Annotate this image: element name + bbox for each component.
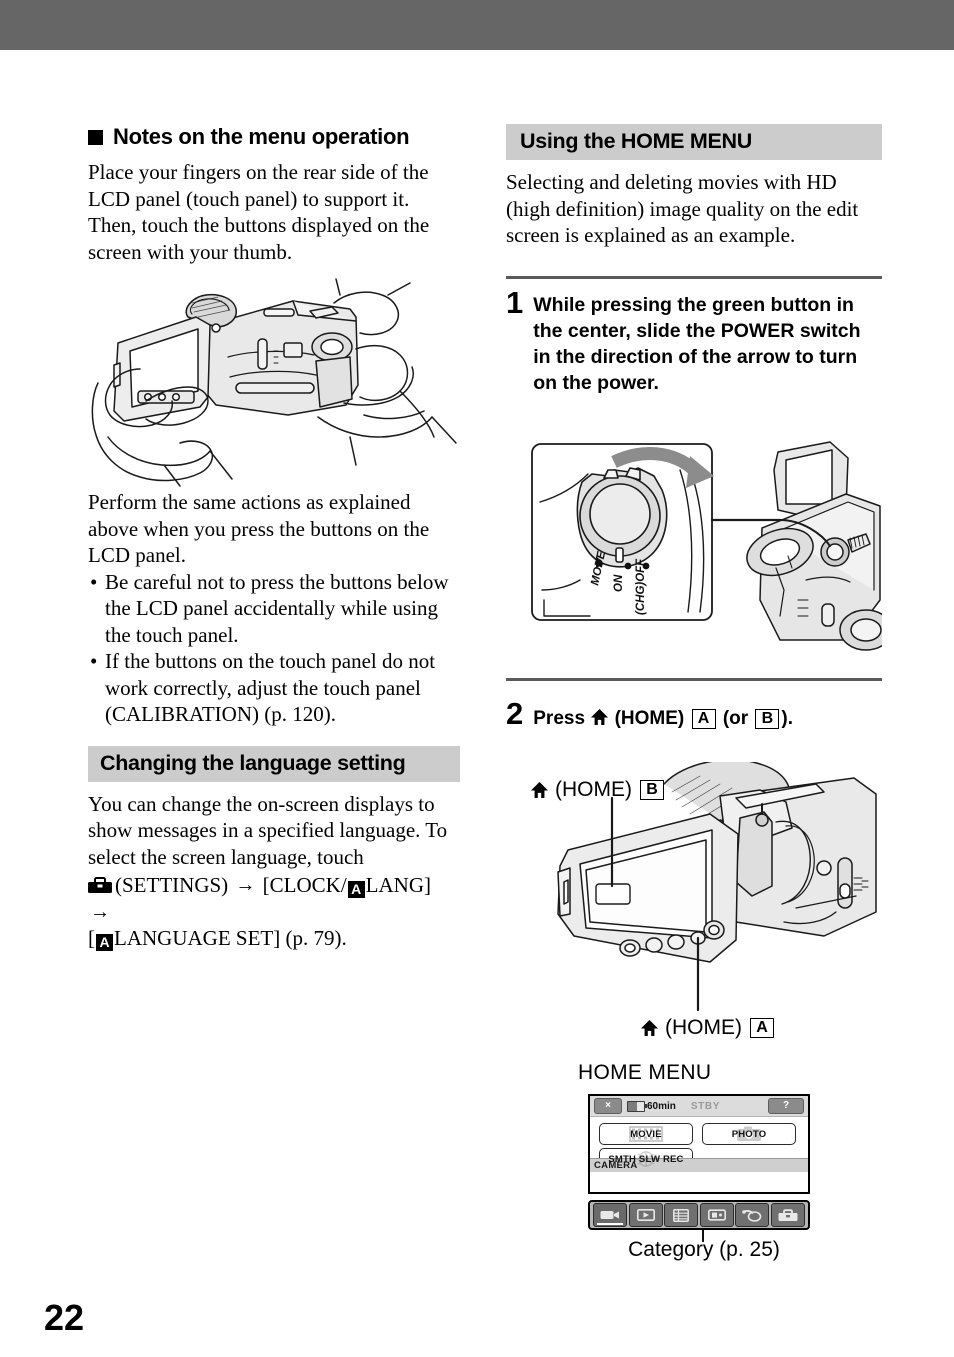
camcorder-home-buttons-figure bbox=[557, 762, 877, 1012]
settings-category-icon bbox=[778, 1208, 798, 1221]
page-number: 22 bbox=[44, 1297, 85, 1338]
category-caption: Category (p. 25) bbox=[628, 1238, 780, 1261]
category-settings-button[interactable] bbox=[770, 1203, 805, 1227]
page-top-band bbox=[0, 0, 954, 50]
battery-icon bbox=[627, 1100, 647, 1112]
home-a-callout: (HOME) A bbox=[640, 1016, 776, 1040]
notes-paragraph: Place your fingers on the rear side of t… bbox=[88, 160, 430, 264]
second-bracket-open: [ bbox=[88, 926, 95, 950]
badge-a: A bbox=[691, 709, 716, 729]
smooth-slow-rec-label: SMTH SLW REC bbox=[608, 1153, 684, 1165]
list-item: If the buttons on the touch panel do not… bbox=[88, 648, 460, 728]
movie-button[interactable]: MOVIE bbox=[599, 1123, 693, 1145]
view-images-category-icon bbox=[636, 1209, 655, 1221]
battery-indicator: 60min bbox=[627, 1100, 676, 1112]
step-instruction: Press (HOME) A (or B). bbox=[533, 699, 793, 731]
list-item: Be careful not to press the buttons belo… bbox=[88, 569, 460, 649]
power-switch-on-label: ON bbox=[613, 574, 625, 592]
camera-category-icon bbox=[600, 1211, 619, 1219]
power-switch-figure: MODE ON (CHG)OFF bbox=[531, 441, 882, 651]
clock-bracket-open: [CLOCK/ bbox=[262, 873, 347, 897]
category-edit-button[interactable] bbox=[735, 1203, 770, 1227]
category-icon-bar bbox=[588, 1200, 810, 1230]
home-icon bbox=[591, 708, 609, 726]
recording-mode-status: STBY bbox=[690, 1100, 720, 1112]
badge-a: A bbox=[750, 1018, 774, 1038]
or-label: (or bbox=[722, 708, 749, 729]
manage-media-category-icon bbox=[707, 1209, 726, 1221]
step-divider bbox=[506, 275, 882, 279]
home-menu-title: HOME MENU bbox=[578, 1061, 712, 1084]
close-button[interactable]: × bbox=[594, 1098, 622, 1114]
lcd-status-bar: × 60min STBY ? bbox=[590, 1096, 808, 1117]
hands-camcorder-figure bbox=[88, 265, 460, 487]
category-others-button[interactable] bbox=[664, 1203, 699, 1227]
badge-b: B bbox=[755, 709, 780, 729]
home-label: (HOME) bbox=[614, 708, 685, 729]
movie-button-label: MOVIE bbox=[630, 1128, 662, 1140]
step-2: 2 Press (HOME) A (or B). bbox=[506, 690, 882, 731]
help-button[interactable]: ? bbox=[768, 1098, 804, 1114]
tail-label: ). bbox=[781, 708, 794, 729]
language-page-ref: (p. 79). bbox=[285, 926, 347, 950]
language-setting-heading: Changing the language setting bbox=[88, 745, 460, 782]
left-column: Notes on the menu operation Place your f… bbox=[88, 124, 460, 952]
hands-holding-camcorder-illustration bbox=[91, 278, 457, 487]
battery-unit: min bbox=[658, 1100, 676, 1112]
home-menu-intro-paragraph: Selecting and deleting movies with HD (h… bbox=[506, 170, 859, 247]
photo-button[interactable]: PHOTO bbox=[702, 1123, 796, 1145]
step-1: 1 While pressing the green button in the… bbox=[506, 284, 882, 396]
step-instruction: While pressing the green button in the c… bbox=[533, 293, 861, 394]
step-number: 1 bbox=[506, 284, 524, 320]
toolbox-settings-icon bbox=[88, 877, 112, 893]
a-language-badge: A bbox=[347, 881, 365, 898]
manual-page: Notes on the menu operation Place your f… bbox=[0, 0, 954, 1357]
step-number: 2 bbox=[506, 696, 524, 731]
category-view-images-button[interactable] bbox=[628, 1203, 663, 1227]
category-manage-media-button[interactable] bbox=[699, 1203, 734, 1227]
language-set-label: LANGUAGE SET] bbox=[114, 926, 281, 950]
press-label: Press bbox=[533, 708, 586, 729]
a-language-badge: A bbox=[96, 934, 113, 951]
touch-panel-bullet-list: Be careful not to press the buttons belo… bbox=[88, 569, 460, 728]
lang-label: LANG] bbox=[365, 873, 431, 897]
home-menu-screen: × 60min STBY ? MOVIE PHOTO SMTH SLW REC … bbox=[588, 1094, 810, 1194]
battery-minutes: 60 bbox=[647, 1100, 659, 1112]
settings-label: (SETTINGS) bbox=[115, 873, 229, 897]
arrow-right-icon: → bbox=[90, 900, 110, 923]
language-menu-path: (SETTINGS) → [CLOCK/A LANG] → [A LANGUAGE … bbox=[88, 872, 460, 952]
notes-heading-label: Notes on the menu operation bbox=[113, 124, 410, 149]
right-column: Using the HOME MENU Selecting and deleti… bbox=[506, 124, 882, 396]
photo-button-label: PHOTO bbox=[731, 1128, 767, 1140]
category-camera-button[interactable] bbox=[593, 1203, 627, 1227]
others-category-icon bbox=[673, 1208, 690, 1222]
notes-heading: Notes on the menu operation bbox=[88, 124, 460, 150]
step-divider bbox=[506, 678, 882, 681]
square-bullet-icon bbox=[88, 129, 103, 145]
edit-category-icon bbox=[742, 1209, 762, 1222]
lcd-button-area: MOVIE PHOTO SMTH SLW REC CAMERA bbox=[590, 1117, 808, 1172]
home-label: (HOME) bbox=[665, 1016, 742, 1039]
using-home-menu-heading: Using the HOME MENU bbox=[506, 124, 882, 160]
language-paragraph: You can change the on-screen displays to… bbox=[88, 791, 448, 869]
home-icon bbox=[640, 1019, 659, 1037]
power-switch-off-label: (CHG)OFF bbox=[635, 558, 647, 615]
arrow-right-icon: → bbox=[235, 874, 256, 896]
perform-paragraph: Perform the same actions as explained ab… bbox=[88, 490, 430, 567]
